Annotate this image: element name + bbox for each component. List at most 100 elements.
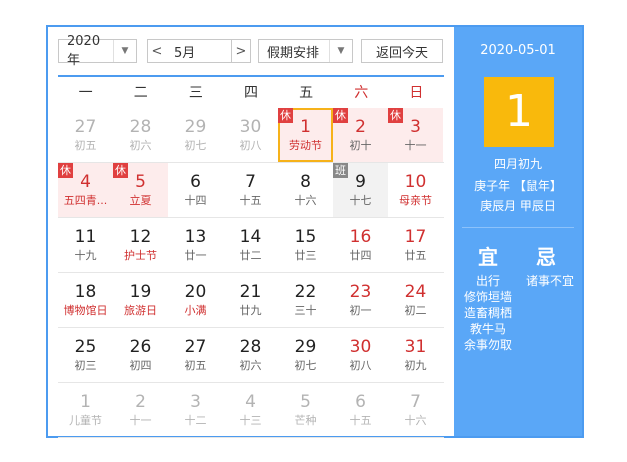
lunar-label: 廿四 [349, 249, 372, 262]
week-row: 27 初五 28 初六 29 初七 30 初八 休 1 劳动节休 2 初十休 3 十一 [58, 108, 444, 163]
day-number: 11 [74, 227, 97, 247]
day-cell[interactable]: 休 5 立夏 [113, 163, 168, 217]
day-number: 31 [404, 337, 427, 357]
day-number: 23 [349, 282, 372, 302]
weekday-header: 一二三四五六日 [58, 75, 444, 109]
holiday-select-label: 假期安排 [267, 45, 320, 61]
day-number: 25 [74, 337, 97, 357]
day-cell[interactable]: 29 初七 [278, 328, 333, 382]
lunar-label: 护士节 [124, 249, 157, 262]
rest-day-badge: 休 [388, 108, 403, 123]
day-number: 2 [135, 392, 146, 412]
day-cell[interactable]: 18 博物馆日 [58, 273, 113, 327]
day-cell[interactable]: 22 三十 [278, 273, 333, 327]
day-cell[interactable]: 28 初六 [223, 328, 278, 382]
lunar-label: 博物馆日 [63, 304, 108, 317]
next-month-button[interactable]: > [231, 39, 251, 63]
lunar-label: 芒种 [294, 414, 317, 427]
day-number: 30 [239, 117, 262, 137]
day-cell[interactable]: 6 十五 [333, 383, 388, 437]
day-cell[interactable]: 16 廿四 [333, 218, 388, 272]
lunar-label: 初三 [74, 359, 97, 372]
weekday-label: 六 [354, 85, 369, 101]
day-cell[interactable]: 25 初三 [58, 328, 113, 382]
lunar-label: 母亲节 [399, 194, 432, 207]
day-cell-selected[interactable]: 休 1 劳动节 [278, 108, 333, 162]
day-number: 14 [239, 227, 262, 247]
weekday-label: 三 [188, 85, 203, 101]
lunar-label: 十五 [239, 194, 262, 207]
year-select[interactable]: 2020年 ▼ [58, 34, 137, 68]
day-cell[interactable]: 2 十一 [113, 383, 168, 437]
yi-item: 修饰垣墙 [463, 290, 512, 304]
day-cell[interactable]: 27 初五 [168, 328, 223, 382]
weekday-label: 五 [299, 85, 314, 101]
day-number: 28 [239, 337, 262, 357]
day-number: 20 [184, 282, 207, 302]
day-cell[interactable]: 21 廿九 [223, 273, 278, 327]
back-to-today-button[interactable]: 返回今天 [361, 39, 443, 63]
lunar-label: 十三 [239, 414, 262, 427]
ji-title: 忌 [536, 245, 557, 269]
lunar-date: 四月初九 [493, 157, 542, 171]
week-row: 11 十九 12 护士节 13 廿一 14 廿二 15 廿三 16 廿四 17 廿五 [58, 218, 444, 273]
year-select-label: 2020年 [67, 34, 101, 68]
lunar-label: 旅游日 [124, 304, 157, 317]
day-number: 24 [404, 282, 427, 302]
day-number: 1 [80, 392, 91, 412]
month-select[interactable]: 5月 [166, 39, 241, 63]
day-cell[interactable]: 7 十六 [388, 383, 443, 437]
day-cell[interactable]: 7 十五 [223, 163, 278, 217]
lunar-label: 廿九 [239, 304, 262, 317]
day-cell[interactable]: 27 初五 [58, 108, 113, 162]
day-cell[interactable]: 10 母亲节 [388, 163, 443, 217]
day-number: 29 [184, 117, 207, 137]
lunar-label: 十五 [349, 414, 372, 427]
day-number: 15 [294, 227, 317, 247]
day-cell[interactable]: 休 2 初十 [333, 108, 388, 162]
day-cell[interactable]: 31 初九 [388, 328, 443, 382]
week-row: 18 博物馆日 19 旅游日 20 小满 21 廿九 22 三十 23 初一 24 初二 [58, 273, 444, 328]
day-cell[interactable]: 班 9 十七 [333, 163, 388, 217]
lunar-label: 初七 [294, 359, 317, 372]
week-row: 休 4 五四青... 休 5 立夏 6 十四 7 十五 8 十六 班 9 十七 10 母亲节 [58, 163, 444, 218]
lunar-label: 廿三 [294, 249, 317, 262]
calendar-main: 2020年 ▼ < 5月 > 假期安排 ▼ 返回今天 一二三四五六日 27 初五 2… [48, 27, 454, 438]
day-number: 27 [74, 117, 97, 137]
day-cell[interactable]: 13 廿一 [168, 218, 223, 272]
day-cell[interactable]: 28 初六 [113, 108, 168, 162]
day-cell[interactable]: 26 初四 [113, 328, 168, 382]
day-cell[interactable]: 14 廿二 [223, 218, 278, 272]
lunar-label: 十六 [294, 194, 317, 207]
day-cell[interactable]: 19 旅游日 [113, 273, 168, 327]
day-cell[interactable]: 11 十九 [58, 218, 113, 272]
day-cell[interactable]: 3 十二 [168, 383, 223, 437]
ganzhi-year: 庚子年 【鼠年】 [474, 179, 562, 193]
day-cell[interactable]: 8 十六 [278, 163, 333, 217]
day-cell[interactable]: 6 十四 [168, 163, 223, 217]
day-cell[interactable]: 20 小满 [168, 273, 223, 327]
day-cell[interactable]: 30 初八 [223, 108, 278, 162]
yi-item: 余事勿取 [463, 338, 512, 352]
day-cell[interactable]: 24 初二 [388, 273, 443, 327]
day-cell[interactable]: 5 芒种 [278, 383, 333, 437]
day-number: 28 [129, 117, 152, 137]
day-cell[interactable]: 休 3 十一 [388, 108, 443, 162]
day-cell[interactable]: 休 4 五四青... [58, 163, 113, 217]
yi-item: 教牛马 [469, 322, 506, 336]
day-cell[interactable]: 12 护士节 [113, 218, 168, 272]
rest-day-badge: 休 [333, 108, 348, 123]
day-cell[interactable]: 4 十三 [223, 383, 278, 437]
day-cell[interactable]: 30 初八 [333, 328, 388, 382]
lunar-label: 十七 [349, 194, 372, 207]
lunar-label: 劳动节 [289, 139, 322, 152]
day-cell[interactable]: 1 儿童节 [58, 383, 113, 437]
day-cell[interactable]: 29 初七 [168, 108, 223, 162]
yi-item: 造畜稠栖 [463, 306, 512, 320]
prev-month-button[interactable]: < [147, 39, 167, 63]
day-cell[interactable]: 23 初一 [333, 273, 388, 327]
day-cell[interactable]: 15 廿三 [278, 218, 333, 272]
holiday-select[interactable]: 假期安排 ▼ [258, 39, 353, 63]
week-row: 1 儿童节 2 十一 3 十二 4 十三 5 芒种 6 十五 7 十六 [58, 383, 444, 438]
day-cell[interactable]: 17 廿五 [388, 218, 443, 272]
